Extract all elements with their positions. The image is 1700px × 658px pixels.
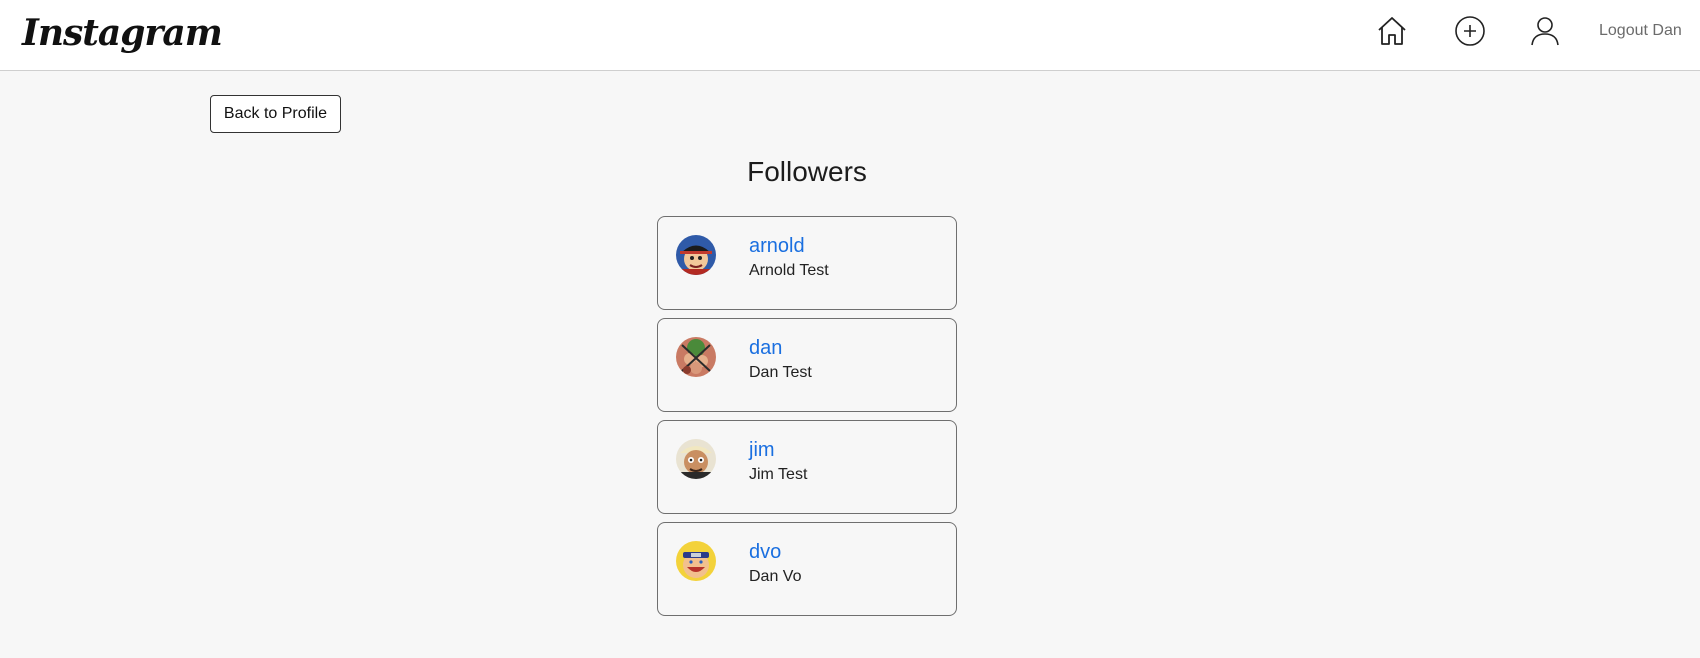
follower-username[interactable]: dan <box>749 337 782 360</box>
avatar-arnold[interactable] <box>676 235 716 275</box>
follower-username[interactable]: arnold <box>749 235 805 258</box>
follower-full-name: Arnold Test <box>749 262 829 279</box>
followers-list: arnold Arnold Test dan Dan Test jim Jim … <box>657 216 957 624</box>
top-navbar: Instagram Logout Dan <box>0 0 1700 71</box>
avatar-dvo[interactable] <box>676 541 716 581</box>
follower-full-name: Jim Test <box>749 466 808 483</box>
page-title: Followers <box>747 156 867 187</box>
back-to-profile-button[interactable]: Back to Profile <box>210 95 341 133</box>
follower-card[interactable]: dan Dan Test <box>657 318 957 412</box>
follower-card[interactable]: jim Jim Test <box>657 420 957 514</box>
logout-link[interactable]: Logout Dan <box>1599 22 1682 40</box>
avatar-jim[interactable] <box>676 439 716 479</box>
home-icon[interactable] <box>1375 14 1409 48</box>
follower-full-name: Dan Test <box>749 364 812 381</box>
follower-card[interactable]: dvo Dan Vo <box>657 522 957 616</box>
profile-icon[interactable] <box>1528 14 1562 48</box>
follower-card[interactable]: arnold Arnold Test <box>657 216 957 310</box>
avatar-dan[interactable] <box>676 337 716 377</box>
follower-username[interactable]: dvo <box>749 541 781 564</box>
follower-username[interactable]: jim <box>749 439 775 462</box>
add-post-icon[interactable] <box>1453 14 1487 48</box>
follower-full-name: Dan Vo <box>749 568 802 585</box>
instagram-logo[interactable]: Instagram <box>22 8 223 58</box>
